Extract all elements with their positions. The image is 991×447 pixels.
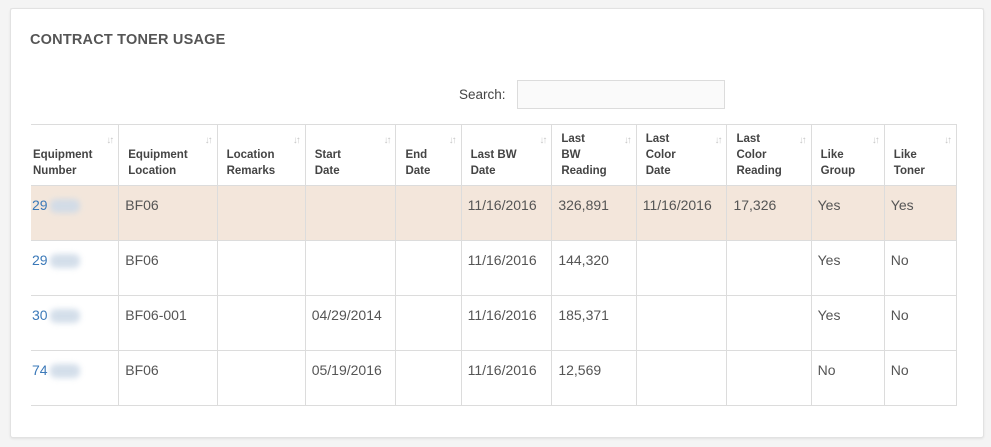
- column-header-last-color-reading[interactable]: ↓↑ Last Color Reading: [726, 124, 812, 186]
- cell-last-color-reading: 17,326: [726, 185, 812, 241]
- toner-usage-table: ↓↑ Equipment Number ↓↑ Equipment Location ↓↑…: [31, 124, 958, 406]
- cell-equipment-number[interactable]: 74: [31, 350, 120, 406]
- cell-last-color-date: [635, 350, 728, 406]
- cell-end-date: [395, 185, 462, 241]
- cell-last-bw-reading: 185,371: [551, 295, 637, 351]
- cell-location-remarks: [216, 295, 306, 351]
- cell-last-bw-reading: 12,569: [551, 350, 637, 406]
- cell-like-toner: No: [883, 240, 958, 296]
- cell-last-color-date: [635, 295, 728, 351]
- cell-like-toner: No: [883, 350, 958, 406]
- cell-location-remarks: [216, 350, 306, 406]
- cell-equipment-number[interactable]: 29: [31, 240, 120, 296]
- cell-location-remarks: [216, 185, 306, 241]
- sort-arrows-icon: ↓↑: [106, 135, 114, 146]
- redacted-blur: [49, 199, 80, 214]
- equipment-number-link[interactable]: 29: [32, 197, 48, 213]
- sort-arrows-icon: ↓↑: [383, 135, 391, 146]
- cell-equipment-number[interactable]: 30: [31, 295, 120, 351]
- sort-arrows-icon: ↓↑: [292, 135, 301, 146]
- cell-like-toner: No: [883, 295, 958, 351]
- column-header-location-remarks[interactable]: ↓↑ Location Remarks: [216, 124, 306, 186]
- cell-last-bw-date: 11/16/2016: [460, 240, 553, 296]
- cell-start-date: 04/29/2014: [304, 295, 397, 351]
- sort-arrows-icon: ↓↑: [798, 135, 807, 146]
- cell-end-date: [395, 350, 462, 406]
- table-row[interactable]: 74 BF06 05/19/2016 11/16/2016 12,569 No …: [31, 350, 958, 406]
- cell-last-color-date: [635, 240, 728, 296]
- table-header-row: ↓↑ Equipment Number ↓↑ Equipment Location ↓↑…: [31, 124, 958, 186]
- equipment-number-link[interactable]: 30: [32, 307, 48, 323]
- column-header-last-color-date[interactable]: ↓↑ Last Color Date: [635, 124, 728, 186]
- column-header-last-bw-reading[interactable]: ↓↑ Last BW Reading: [551, 124, 637, 186]
- cell-start-date: [304, 185, 397, 241]
- cell-last-color-reading: [726, 350, 812, 406]
- equipment-number-link[interactable]: 74: [32, 362, 48, 378]
- cell-end-date: [395, 295, 462, 351]
- sort-arrows-icon: ↓↑: [944, 135, 952, 146]
- cell-like-group: Yes: [810, 295, 885, 351]
- table-row[interactable]: 30 BF06-001 04/29/2014 11/16/2016 185,37…: [31, 295, 958, 351]
- cell-like-toner: Yes: [883, 185, 958, 241]
- column-header-like-group[interactable]: ↓↑ Like Group: [810, 124, 885, 186]
- cell-equipment-location: BF06: [118, 185, 218, 241]
- cell-last-bw-date: 11/16/2016: [460, 185, 553, 241]
- column-header-start-date[interactable]: ↓↑ Start Date: [304, 124, 397, 186]
- cell-last-bw-reading: 326,891: [551, 185, 637, 241]
- panel-title: CONTRACT TONER USAGE: [30, 32, 226, 48]
- equipment-number-link[interactable]: 29: [32, 252, 48, 268]
- cell-equipment-location: BF06-001: [118, 295, 218, 351]
- redacted-blur: [49, 364, 80, 379]
- cell-location-remarks: [216, 240, 306, 296]
- redacted-blur: [49, 254, 80, 269]
- redacted-blur: [49, 309, 80, 324]
- cell-start-date: [304, 240, 397, 296]
- cell-last-bw-reading: 144,320: [551, 240, 637, 296]
- sort-arrows-icon: ↓↑: [714, 135, 722, 146]
- sort-arrows-icon: ↓↑: [871, 135, 880, 146]
- cell-like-group: Yes: [810, 240, 885, 296]
- column-header-equipment-location[interactable]: ↓↑ Equipment Location: [118, 124, 218, 186]
- cell-start-date: 05/19/2016: [304, 350, 397, 406]
- cell-last-color-reading: [726, 240, 812, 296]
- sort-arrows-icon: ↓↑: [448, 135, 457, 146]
- sort-arrows-icon: ↓↑: [623, 135, 632, 146]
- cell-like-group: Yes: [810, 185, 885, 241]
- cell-last-bw-date: 11/16/2016: [460, 295, 553, 351]
- sort-arrows-icon: ↓↑: [204, 135, 213, 146]
- cell-end-date: [395, 240, 462, 296]
- cell-equipment-number[interactable]: 29: [31, 185, 120, 241]
- column-header-like-toner[interactable]: ↓↑ Like Toner: [883, 124, 958, 186]
- table-row[interactable]: 29 BF06 11/16/2016 326,891 11/16/2016 17…: [31, 185, 958, 241]
- column-header-end-date[interactable]: ↓↑ End Date: [395, 124, 462, 186]
- table-row[interactable]: 29 BF06 11/16/2016 144,320 Yes No: [31, 240, 958, 296]
- cell-last-color-date: 11/16/2016: [635, 185, 728, 241]
- cell-last-bw-date: 11/16/2016: [460, 350, 553, 406]
- sort-arrows-icon: ↓↑: [539, 135, 547, 146]
- search-input[interactable]: [517, 80, 725, 109]
- cell-like-group: No: [810, 350, 885, 406]
- cell-equipment-location: BF06: [118, 240, 218, 296]
- cell-last-color-reading: [726, 295, 812, 351]
- cell-equipment-location: BF06: [118, 350, 218, 406]
- search-label: Search:: [459, 87, 506, 102]
- column-header-last-bw-date[interactable]: ↓↑ Last BW Date: [460, 124, 553, 186]
- table-viewport: ↓↑ Equipment Number ↓↑ Equipment Location ↓↑…: [31, 124, 965, 407]
- column-header-equipment-number[interactable]: ↓↑ Equipment Number: [31, 124, 120, 186]
